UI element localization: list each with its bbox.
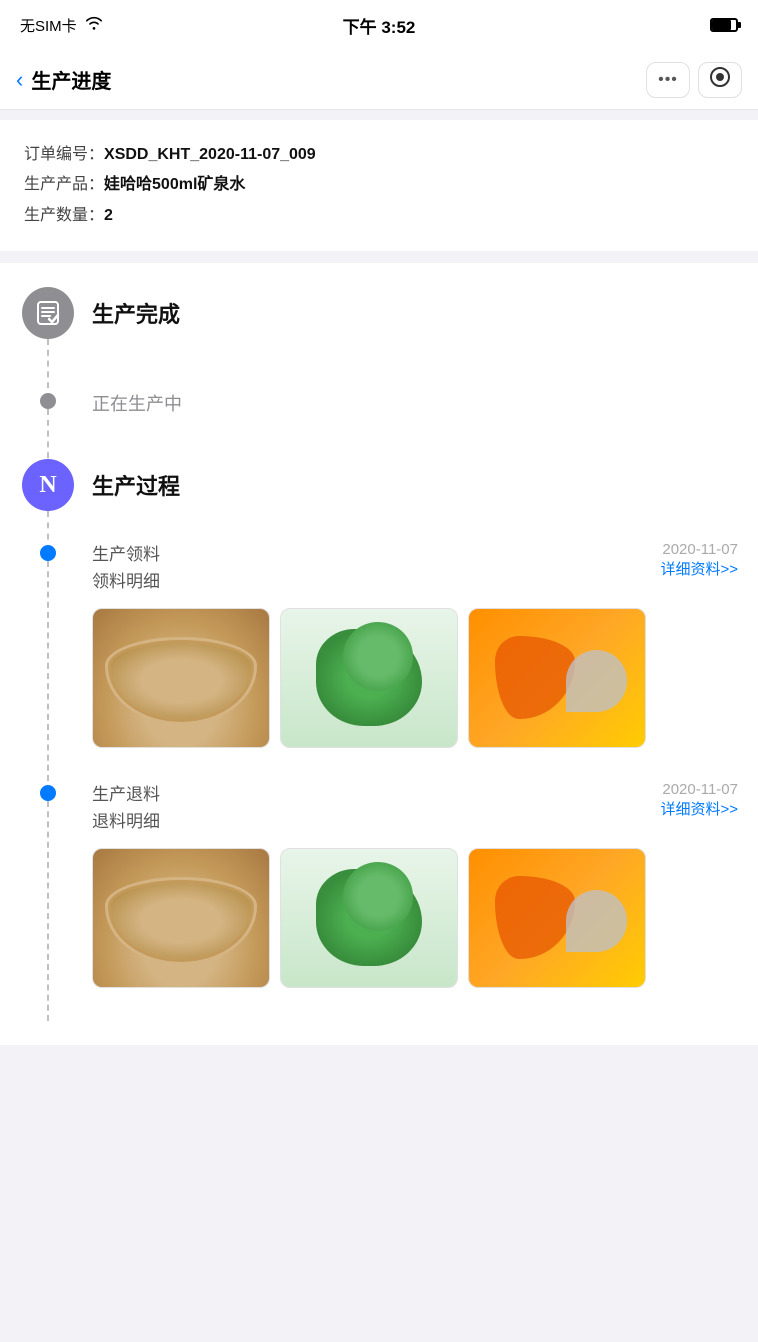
return-material-images — [92, 848, 738, 988]
pick-material-date: 2020-11-07 — [660, 541, 738, 558]
return-hops-image — [281, 849, 457, 987]
status-bar: 无SIM卡 下午 3:52 — [0, 0, 758, 50]
back-button[interactable]: ‹ 生产进度 — [16, 65, 111, 94]
nav-actions: ••• — [646, 62, 742, 98]
process-title-content: 生产过程 — [76, 459, 738, 551]
battery-icon — [710, 18, 738, 32]
pick-material-detail-link[interactable]: 详细资料>> — [660, 558, 738, 579]
pick-material-image-3[interactable] — [468, 608, 646, 748]
in-progress-content: 正在生产中 — [76, 389, 738, 469]
spice-image — [469, 609, 645, 747]
process-icon: N — [22, 459, 74, 511]
wifi-icon — [85, 16, 103, 34]
quantity-row: 生产数量：2 — [24, 201, 734, 231]
pick-material-names: 生产领料 领料明细 — [92, 541, 160, 595]
product-row: 生产产品：娃哈哈500ml矿泉水 — [24, 170, 734, 200]
return-material-date: 2020-11-07 — [660, 781, 738, 798]
completed-icon-area — [20, 287, 76, 399]
hops-image — [281, 609, 457, 747]
more-button[interactable]: ••• — [646, 62, 690, 98]
pick-material-row: 生产领料 领料明细 2020-11-07 详细资料>> — [20, 541, 738, 781]
return-material-image-3[interactable] — [468, 848, 646, 988]
grain-image — [93, 609, 269, 747]
pick-material-header: 生产领料 领料明细 2020-11-07 详细资料>> — [92, 541, 738, 595]
return-spice-image — [469, 849, 645, 987]
return-material-meta: 2020-11-07 详细资料>> — [660, 781, 738, 819]
return-grain-image — [93, 849, 269, 987]
pick-material-image-1[interactable] — [92, 608, 270, 748]
return-material-detail-link[interactable]: 详细资料>> — [660, 798, 738, 819]
return-material-names: 生产退料 退料明细 — [92, 781, 160, 835]
timeline-section: 生产完成 正在生产中 N 生产过程 — [0, 263, 758, 1045]
return-material-image-1[interactable] — [92, 848, 270, 988]
return-material-dot — [40, 785, 56, 801]
in-progress-dot-area — [20, 389, 76, 469]
record-icon — [709, 66, 731, 93]
in-progress-title: 正在生产中 — [92, 393, 738, 416]
completed-title: 生产完成 — [92, 301, 738, 330]
in-progress-dot — [40, 393, 56, 409]
status-battery — [710, 18, 738, 32]
nav-bar: ‹ 生产进度 ••• — [0, 50, 758, 110]
pick-material-name: 生产领料 — [92, 541, 160, 568]
pick-material-images — [92, 608, 738, 748]
status-time: 下午 3:52 — [343, 13, 416, 38]
completed-content: 生产完成 — [76, 287, 738, 399]
order-info-section: 订单编号：XSDD_KHT_2020-11-07_009 生产产品：娃哈哈500… — [0, 120, 758, 251]
order-number-row: 订单编号：XSDD_KHT_2020-11-07_009 — [24, 140, 734, 170]
pick-material-dot-area — [20, 541, 76, 781]
return-material-image-2[interactable] — [280, 848, 458, 988]
back-chevron-icon: ‹ — [16, 67, 23, 93]
pick-material-image-2[interactable] — [280, 608, 458, 748]
process-icon-area: N — [20, 459, 76, 551]
completed-row: 生产完成 — [20, 287, 738, 399]
pick-material-detail-label: 领料明细 — [92, 568, 160, 595]
status-carrier: 无SIM卡 — [20, 15, 103, 36]
return-material-name: 生产退料 — [92, 781, 160, 808]
process-title: 生产过程 — [92, 473, 738, 502]
return-material-header: 生产退料 退料明细 2020-11-07 详细资料>> — [92, 781, 738, 835]
completed-icon — [22, 287, 74, 339]
return-material-content: 生产退料 退料明细 2020-11-07 详细资料>> — [76, 781, 738, 1021]
process-header-row: N 生产过程 — [20, 459, 738, 551]
return-material-dot-area — [20, 781, 76, 1021]
pick-material-dot — [40, 545, 56, 561]
pick-material-meta: 2020-11-07 详细资料>> — [660, 541, 738, 579]
nav-title: 生产进度 — [31, 65, 111, 94]
in-progress-row: 正在生产中 — [20, 389, 738, 469]
record-button[interactable] — [698, 62, 742, 98]
return-material-row: 生产退料 退料明细 2020-11-07 详细资料>> — [20, 781, 738, 1021]
pick-material-content: 生产领料 领料明细 2020-11-07 详细资料>> — [76, 541, 738, 781]
return-material-detail-label: 退料明细 — [92, 808, 160, 835]
